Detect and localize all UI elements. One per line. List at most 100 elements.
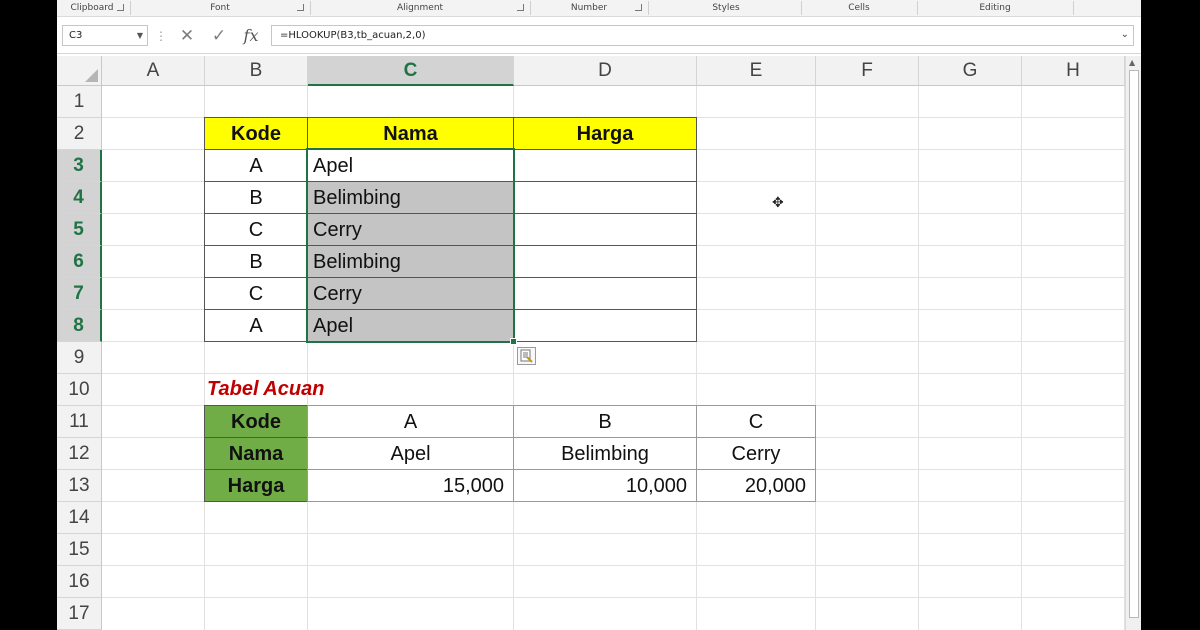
row-header-1[interactable]: 1 [57,86,102,118]
cell-b13-label-harga[interactable]: Harga [204,469,308,502]
column-header-b[interactable]: B [205,56,308,86]
row-header-14[interactable]: 14 [57,502,102,534]
cell-d12[interactable]: Belimbing [513,437,697,470]
cell-b11-label-kode[interactable]: Kode [204,405,308,438]
cell-e11[interactable]: C [696,405,816,438]
cell-b7[interactable]: C [204,277,308,310]
row-header-8[interactable]: 8 [57,310,102,342]
column-header-f[interactable]: F [816,56,919,86]
cell-c6[interactable]: Belimbing [307,245,514,278]
name-box[interactable]: C3 ▼ [62,25,148,46]
cell-d3[interactable] [513,149,697,182]
cell-b6[interactable]: B [204,245,308,278]
cell-e12[interactable]: Cerry [696,437,816,470]
row-header-16[interactable]: 16 [57,566,102,598]
row-header-6[interactable]: 6 [57,246,102,278]
cell-c7[interactable]: Cerry [307,277,514,310]
cell-c2-header-nama[interactable]: Nama [307,117,514,150]
cell-text: Nama [228,443,284,465]
row-header-7[interactable]: 7 [57,278,102,310]
cell-text: Cerry [313,283,362,305]
row-header-label: 4 [73,187,84,208]
quick-analysis-button[interactable] [517,347,536,365]
column-header-a[interactable]: A [102,56,205,86]
cell-c3[interactable]: Apel [307,149,514,182]
cell-b3[interactable]: A [204,149,308,182]
ribbon-group-alignment[interactable]: Alignment [313,0,527,16]
scrollbar-thumb[interactable] [1129,70,1139,618]
dialog-launcher-icon[interactable] [117,4,124,11]
cell-e13[interactable]: 20,000 [696,469,816,502]
row-header-5[interactable]: 5 [57,214,102,246]
row-header-11[interactable]: 11 [57,406,102,438]
ribbon-group-editing[interactable]: Editing [920,0,1070,16]
cell-b5[interactable]: C [204,213,308,246]
cell-d5[interactable] [513,213,697,246]
cell-b8[interactable]: A [204,309,308,342]
confirm-entry-icon[interactable]: ✓ [207,26,231,46]
row-header-10[interactable]: 10 [57,374,102,406]
cell-c5[interactable]: Cerry [307,213,514,246]
cell-text: Apel [390,443,431,465]
cell-c11[interactable]: A [307,405,514,438]
vertical-scrollbar[interactable]: ▲ [1125,56,1141,630]
cell-text: 10,000 [625,475,687,497]
row-header-15[interactable]: 15 [57,534,102,566]
cell-c13[interactable]: 15,000 [307,469,514,502]
cell-d2-header-harga[interactable]: Harga [513,117,697,150]
column-header-d[interactable]: D [514,56,697,86]
name-box-value: C3 [69,30,83,41]
row-header-17[interactable]: 17 [57,598,102,630]
cell-d13[interactable]: 10,000 [513,469,697,502]
dialog-launcher-icon[interactable] [517,4,524,11]
cell-c8[interactable]: Apel [307,309,514,342]
column-header-g[interactable]: G [919,56,1022,86]
cell-text: Nama [383,123,438,145]
dialog-launcher-icon[interactable] [297,4,304,11]
excel-window: Clipboard Font Alignment Number Styles C… [57,0,1141,630]
more-options-icon[interactable]: ⋮ [155,26,167,46]
cell-text: C [248,219,264,241]
cell-d4[interactable] [513,181,697,214]
cell-c4[interactable]: Belimbing [307,181,514,214]
cell-d7[interactable] [513,277,697,310]
cell-text: Kode [231,411,281,433]
chevron-down-icon[interactable]: ⌄ [1121,29,1129,41]
column-header-c[interactable]: C [308,56,514,86]
row-header-12[interactable]: 12 [57,438,102,470]
insert-function-icon[interactable]: fx [239,26,263,46]
row-header-label: 2 [73,123,85,144]
cell-d8[interactable] [513,309,697,342]
select-all-button[interactable] [57,56,102,86]
column-header-label: B [249,60,263,81]
column-header-label: D [598,60,612,81]
cell-b4[interactable]: B [204,181,308,214]
ribbon-group-styles[interactable]: Styles [651,0,801,16]
row-header-9[interactable]: 9 [57,342,102,374]
chevron-down-icon[interactable]: ▼ [137,30,143,42]
formula-input[interactable]: =HLOOKUP(B3,tb_acuan,2,0) ⌄ [271,25,1134,46]
row-header-13[interactable]: 13 [57,470,102,502]
cell-d6[interactable] [513,245,697,278]
column-header-h[interactable]: H [1022,56,1125,86]
cell-c12[interactable]: Apel [307,437,514,470]
cell-b12-label-nama[interactable]: Nama [204,437,308,470]
row-header-label: 6 [73,251,84,272]
cancel-entry-icon[interactable]: ✕ [175,26,199,46]
ribbon-group-font[interactable]: Font [133,0,307,16]
tabel-acuan-title[interactable]: Tabel Acuan [204,373,424,406]
fill-handle[interactable] [510,338,517,345]
cell-b2-header-kode[interactable]: Kode [204,117,308,150]
cell-area[interactable]: Kode Nama Harga A Apel B Belimbing C Cer… [102,86,1125,630]
ribbon-group-clipboard[interactable]: Clipboard [57,0,127,16]
formula-text: =HLOOKUP(B3,tb_acuan,2,0) [280,30,426,41]
ribbon-group-cells[interactable]: Cells [804,0,914,16]
cell-d11[interactable]: B [513,405,697,438]
ribbon-group-number[interactable]: Number [533,0,645,16]
column-header-e[interactable]: E [697,56,816,86]
row-header-3[interactable]: 3 [57,150,102,182]
scroll-up-icon[interactable]: ▲ [1129,58,1135,68]
dialog-launcher-icon[interactable] [635,4,642,11]
row-header-2[interactable]: 2 [57,118,102,150]
row-header-4[interactable]: 4 [57,182,102,214]
